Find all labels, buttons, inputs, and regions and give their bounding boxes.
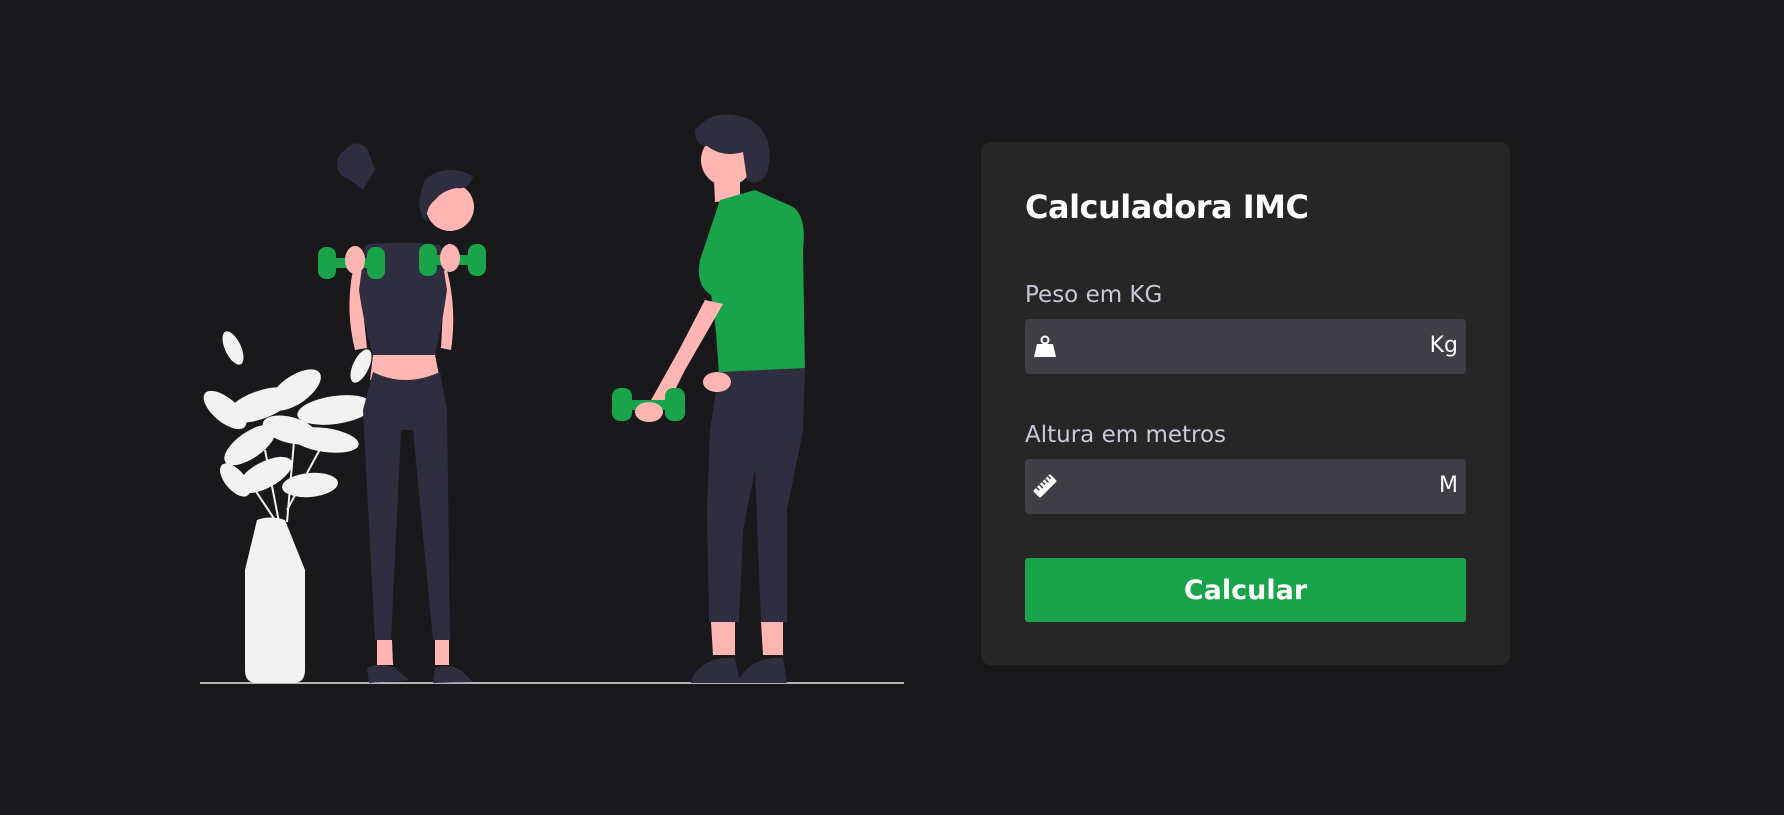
- height-unit: M: [1439, 473, 1458, 498]
- bmi-calculator-card: Calculadora IMC Peso em KG Kg Altura em …: [981, 142, 1510, 665]
- man-figure: [612, 114, 805, 683]
- page: Calculadora IMC Peso em KG Kg Altura em …: [0, 0, 1784, 815]
- calculate-button[interactable]: Calcular: [1025, 558, 1466, 622]
- ruler-icon: [1033, 474, 1057, 498]
- woman-dumbbell-left: [318, 246, 385, 279]
- weight-field[interactable]: Kg: [1025, 319, 1466, 374]
- height-input[interactable]: [1067, 459, 1407, 514]
- weight-input[interactable]: [1067, 319, 1407, 374]
- weight-unit: Kg: [1429, 333, 1458, 358]
- card-title: Calculadora IMC: [1025, 188, 1309, 226]
- plant: [203, 331, 373, 683]
- weight-label: Peso em KG: [1025, 282, 1163, 308]
- weight-icon: [1034, 335, 1056, 357]
- fitness-illustration: [200, 114, 904, 684]
- height-label: Altura em metros: [1025, 422, 1227, 448]
- woman-dumbbell-right: [419, 244, 486, 276]
- height-field[interactable]: M: [1025, 459, 1466, 514]
